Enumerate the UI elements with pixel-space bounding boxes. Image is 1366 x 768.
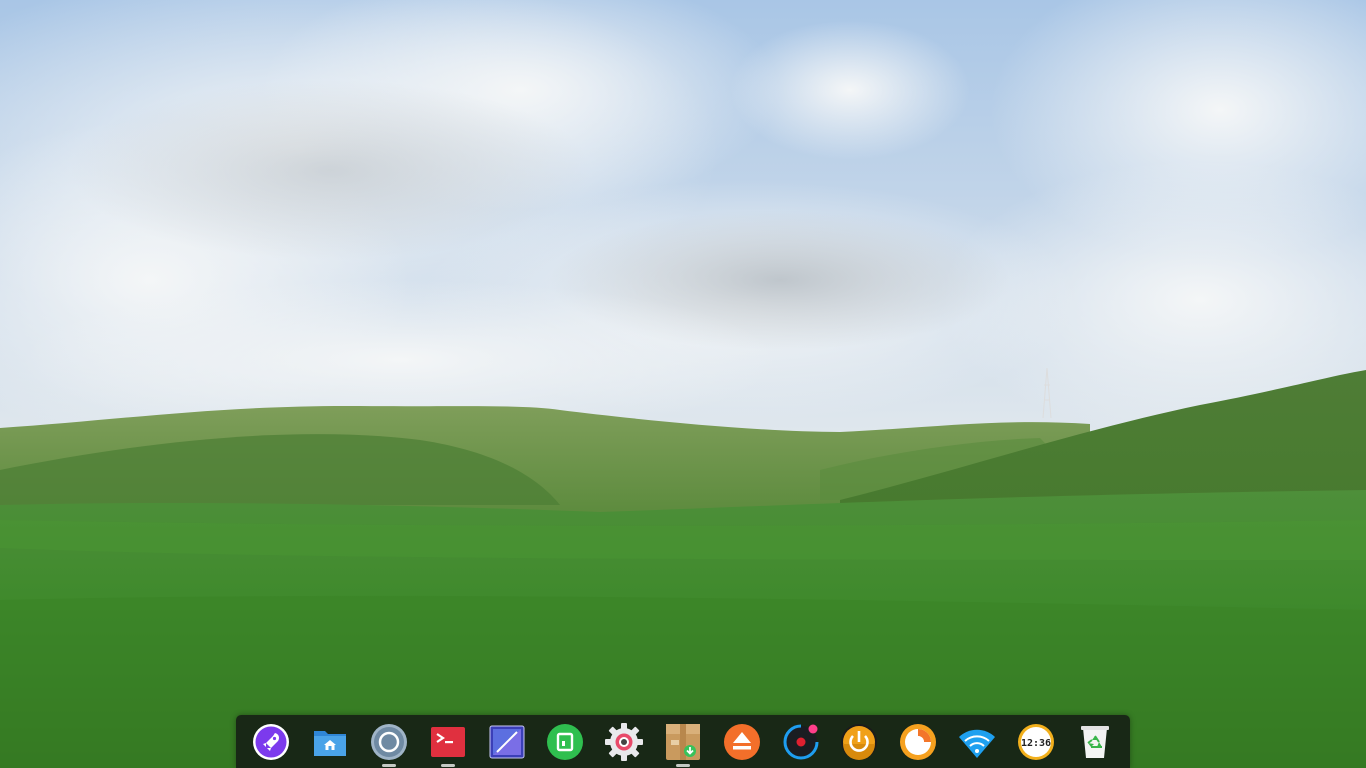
eject-icon <box>723 723 760 760</box>
dock-item-screen-recorder[interactable] <box>771 715 830 768</box>
wallpaper-landscape <box>0 0 1366 768</box>
clock-icon: 12:36 <box>1017 723 1054 760</box>
orange-circle-app-icon <box>900 723 937 760</box>
launcher-rocket-icon <box>253 723 290 760</box>
dock-item-package-installer[interactable] <box>654 715 713 768</box>
trash-icon <box>1080 725 1109 758</box>
clock-time-text: 12:36 <box>1021 738 1051 749</box>
dock-item-browser[interactable] <box>360 715 419 768</box>
dock-item-file-manager[interactable] <box>301 715 360 768</box>
terminal-icon <box>430 726 465 757</box>
running-indicator <box>675 764 690 767</box>
running-indicator <box>381 764 396 767</box>
screen-recorder-icon <box>783 724 819 759</box>
dock-item-trash[interactable] <box>1065 715 1124 768</box>
dock: 12:36 <box>236 715 1130 768</box>
dock-item-system-settings[interactable] <box>595 715 654 768</box>
dock-item-clock[interactable]: 12:36 <box>1006 715 1065 768</box>
dock-item-launcher[interactable] <box>242 715 301 768</box>
dock-item-terminal[interactable] <box>418 715 477 768</box>
desktop: 12:36 <box>0 0 1366 768</box>
screenshot-editor-icon <box>489 725 525 758</box>
dock-item-power[interactable] <box>830 715 889 768</box>
package-installer-icon <box>665 723 700 760</box>
power-icon <box>841 723 878 760</box>
system-settings-gear-icon <box>605 722 644 761</box>
browser-circle-icon <box>370 723 407 760</box>
dock-item-eject[interactable] <box>712 715 771 768</box>
running-indicator <box>440 764 455 767</box>
dock-item-orange-circle-app[interactable] <box>889 715 948 768</box>
wifi-icon <box>958 729 995 758</box>
app-store-icon <box>547 723 584 760</box>
dock-item-wifi[interactable] <box>948 715 1007 768</box>
dock-item-app-store[interactable] <box>536 715 595 768</box>
file-manager-folder-icon <box>314 730 347 756</box>
dock-item-screenshot-editor[interactable] <box>477 715 536 768</box>
